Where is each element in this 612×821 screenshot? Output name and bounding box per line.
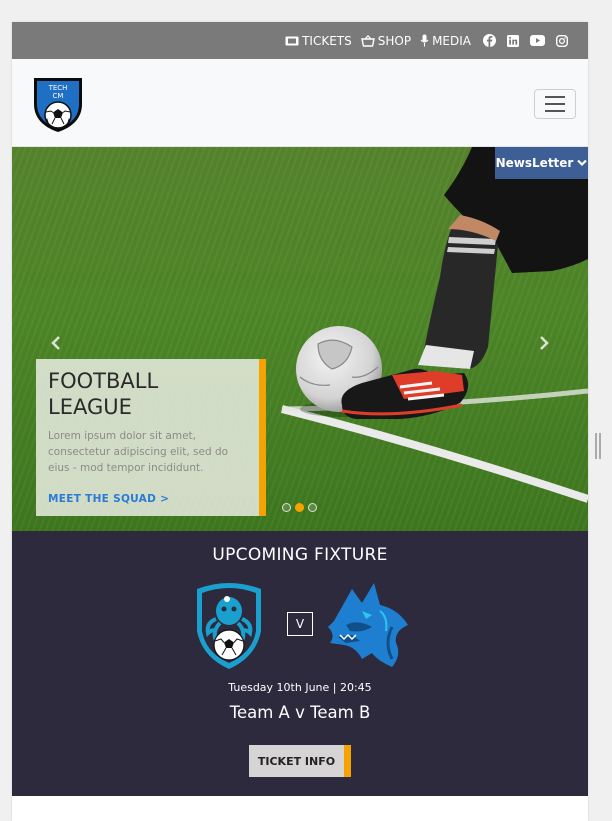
basket-icon (360, 34, 375, 47)
carousel-indicator-active[interactable] (295, 503, 304, 512)
facebook-icon[interactable] (483, 34, 496, 47)
fixture-date: Tuesday 10th June | 20:45 (228, 681, 372, 694)
hero-title: FOOTBALL LEAGUE (48, 369, 159, 419)
logo-text-top: TECH (48, 84, 68, 92)
shop-label: SHOP (377, 33, 412, 48)
linkedin-icon[interactable] (507, 34, 519, 47)
hero-caption: FOOTBALL LEAGUE Lorem ipsum dolor sit am… (36, 359, 266, 516)
media-label: MEDIA (432, 33, 471, 48)
media-link[interactable]: MEDIA (420, 34, 471, 48)
scrollbar-handle[interactable] (595, 433, 601, 459)
navbar: TECH CM (12, 59, 588, 147)
carousel-indicators (282, 503, 317, 512)
newsletter-label: NewsLetter (495, 156, 574, 170)
carousel-indicator[interactable] (282, 503, 291, 512)
microphone-icon (420, 34, 429, 47)
chevron-right-icon (540, 336, 549, 350)
versus-label: V (287, 612, 313, 636)
meet-the-squad-link[interactable]: MEET THE SQUAD > (48, 493, 169, 505)
hero-carousel: NewsLetter FOOTBALL LEAGUE Lorem ipsum d… (12, 147, 588, 531)
logo-text-bottom: CM (53, 92, 64, 100)
fixture-heading: UPCOMING FIXTURE (212, 545, 388, 565)
newsletter-button[interactable]: NewsLetter (495, 147, 588, 179)
youtube-icon[interactable] (530, 35, 545, 46)
carousel-prev-button[interactable] (50, 332, 62, 356)
top-bar: TICKETS SHOP MEDIA (12, 22, 588, 59)
team-b-crest (322, 581, 414, 675)
menu-toggle-button[interactable] (534, 89, 576, 119)
carousel-next-button[interactable] (538, 332, 550, 356)
ticket-info-button[interactable]: TICKET INFO (249, 745, 351, 777)
ticket-icon (285, 36, 299, 46)
hamburger-icon (545, 96, 565, 98)
carousel-indicator[interactable] (308, 503, 317, 512)
chevron-down-icon (577, 156, 588, 170)
page-frame: TICKETS SHOP MEDIA TECH CM NewsLetter FO… (12, 22, 588, 821)
tickets-link[interactable]: TICKETS (285, 34, 352, 48)
tickets-label: TICKETS (302, 33, 352, 48)
shop-link[interactable]: SHOP (360, 33, 412, 48)
social-links (483, 34, 568, 47)
instagram-icon[interactable] (556, 34, 568, 47)
fixture-teams: Team A v Team B (229, 703, 371, 722)
upcoming-fixture-section: UPCOMING FIXTURE V Tuesday 10th June | 2… (12, 531, 588, 796)
club-logo[interactable]: TECH CM (32, 74, 84, 134)
chevron-left-icon (51, 336, 60, 350)
team-a-crest (194, 579, 264, 675)
hero-body: Lorem ipsum dolor sit amet, consectetur … (48, 430, 229, 474)
